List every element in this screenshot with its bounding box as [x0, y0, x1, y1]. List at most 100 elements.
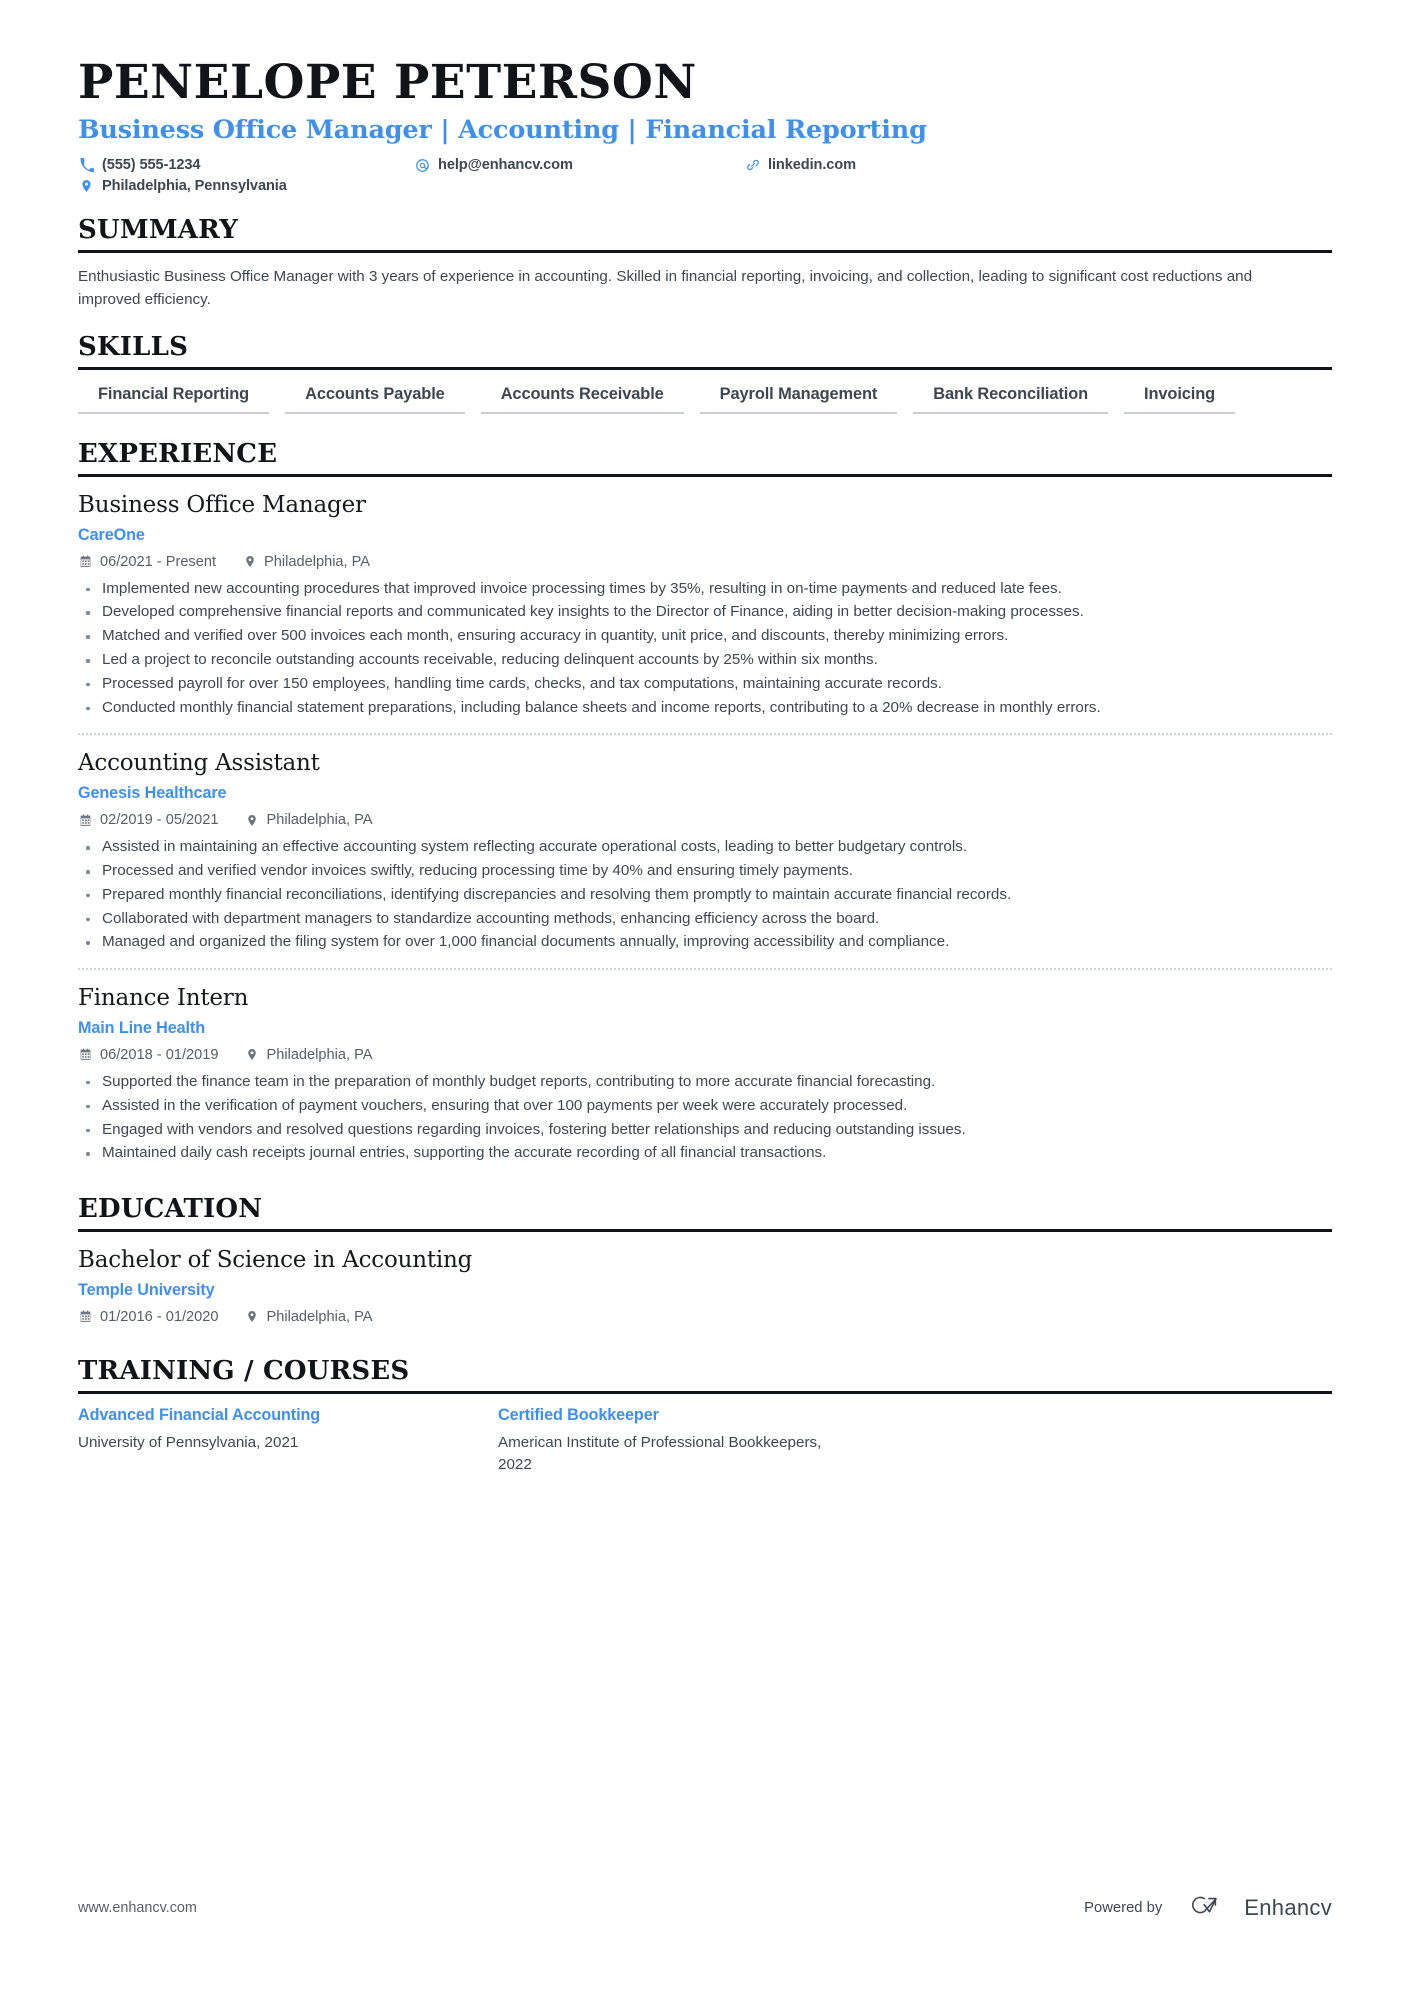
experience-dates: 02/2019 - 05/2021: [78, 812, 218, 828]
experience-company[interactable]: CareOne: [78, 526, 1332, 545]
calendar-icon: [78, 1310, 93, 1323]
education-degree: Bachelor of Science in Accounting: [78, 1247, 473, 1274]
skill-chip: Payroll Management: [699, 382, 898, 415]
contact-linkedin[interactable]: linkedin.com: [744, 157, 856, 173]
candidate-headline: Business Office Manager | Accounting | F…: [78, 114, 927, 145]
bullet-item: Collaborated with department managers to…: [78, 908, 1310, 931]
resume-header: PENELOPE PETERSON Business Office Manage…: [78, 57, 1332, 194]
skill-chip: Bank Reconciliation: [913, 382, 1109, 415]
experience-dates-text: 02/2019 - 05/2021: [100, 812, 219, 829]
bullet-item: Conducted monthly financial statement pr…: [78, 697, 1310, 720]
bullet-item: Processed and verified vendor invoices s…: [78, 860, 1310, 883]
section-divider: [78, 1229, 1332, 1233]
skill-chip: Financial Reporting: [78, 382, 270, 415]
experience-location-text: Philadelphia, PA: [264, 553, 371, 570]
experience-bullets: Supported the finance team in the prepar…: [78, 1071, 1332, 1165]
experience-meta: 06/2021 - Present Philadelphia, PA: [78, 554, 1332, 570]
section-title-experience: EXPERIENCE: [78, 439, 278, 470]
experience-bullets: Assisted in maintaining an effective acc…: [78, 836, 1332, 954]
experience-role: Accounting Assistant: [78, 750, 320, 777]
course-item: Certified Bookkeeper American Institute …: [498, 1406, 918, 1478]
contact-phone[interactable]: (555) 555-1234: [78, 157, 414, 173]
experience-dates: 06/2021 - Present: [78, 554, 216, 570]
bullet-item: Engaged with vendors and resolved questi…: [78, 1119, 1310, 1142]
location-pin-icon: [244, 1309, 259, 1324]
section-divider: [78, 473, 1332, 477]
skill-chip: Invoicing: [1124, 382, 1236, 415]
page-footer: www.enhancv.com Powered by Enhancv: [78, 1892, 1332, 1923]
contact-email[interactable]: help@enhancv.com: [414, 157, 744, 173]
contact-email-text: help@enhancv.com: [438, 157, 573, 174]
contact-phone-text: (555) 555-1234: [102, 157, 201, 174]
location-pin-icon: [244, 1047, 259, 1062]
section-summary: SUMMARY Enthusiastic Business Office Man…: [78, 215, 1332, 311]
powered-by-label: Powered by: [1084, 1899, 1163, 1916]
entry-divider: [78, 968, 1332, 971]
location-pin-icon: [78, 178, 95, 194]
section-experience: EXPERIENCE Business Office Manager CareO…: [78, 439, 1332, 1165]
calendar-icon: [78, 555, 93, 568]
contact-location: Philadelphia, Pennsylvania: [78, 178, 414, 194]
course-name[interactable]: Advanced Financial Accounting: [78, 1406, 478, 1425]
education-location: Philadelphia, PA: [244, 1308, 373, 1325]
experience-dates-text: 06/2021 - Present: [100, 553, 217, 570]
experience-meta: 02/2019 - 05/2021 Philadelphia, PA: [78, 812, 1332, 828]
skills-list: Financial Reporting Accounts Payable Acc…: [78, 382, 1332, 434]
experience-location-text: Philadelphia, PA: [266, 1046, 373, 1063]
contact-info: (555) 555-1234 help@enhancv.com linkedin…: [78, 157, 1332, 194]
enhancv-brand: Enhancv: [1184, 1892, 1332, 1923]
contact-row-primary: (555) 555-1234 help@enhancv.com linkedin…: [78, 157, 1332, 173]
education-dates: 01/2016 - 01/2020: [78, 1309, 218, 1325]
courses-list: Advanced Financial Accounting University…: [78, 1406, 1332, 1478]
bullet-item: Maintained daily cash receipts journal e…: [78, 1142, 1310, 1165]
section-title-training: TRAINING / COURSES: [78, 1355, 410, 1386]
bullet-item: Assisted in the verification of payment …: [78, 1095, 1310, 1118]
section-skills: SKILLS Financial Reporting Accounts Paya…: [78, 332, 1332, 434]
education-entry: Bachelor of Science in Accounting Temple…: [78, 1244, 1332, 1325]
bullet-item: Processed payroll for over 150 employees…: [78, 673, 1310, 696]
experience-entry: Business Office Manager CareOne 06/2021 …: [78, 489, 1332, 720]
education-location-text: Philadelphia, PA: [266, 1308, 373, 1325]
enhancv-brand-name: Enhancv: [1244, 1894, 1332, 1920]
experience-company[interactable]: Genesis Healthcare: [78, 784, 1332, 803]
skill-chip: Accounts Payable: [285, 382, 465, 415]
course-provider: University of Pennsylvania, 2021: [78, 1433, 299, 1451]
section-divider: [78, 1390, 1332, 1394]
section-title-skills: SKILLS: [78, 332, 189, 363]
resume-page: PENELOPE PETERSON Business Office Manage…: [0, 0, 1410, 1995]
experience-bullets: Implemented new accounting procedures th…: [78, 578, 1332, 720]
section-divider: [78, 367, 1332, 371]
experience-company[interactable]: Main Line Health: [78, 1019, 1332, 1038]
experience-role: Finance Intern: [78, 985, 249, 1012]
location-pin-icon: [244, 813, 259, 828]
entry-divider: [78, 733, 1332, 736]
calendar-icon: [78, 1048, 93, 1061]
experience-entry: Finance Intern Main Line Health 06/2018 …: [78, 982, 1332, 1165]
link-icon: [744, 158, 761, 172]
calendar-icon: [78, 814, 93, 827]
contact-linkedin-text: linkedin.com: [768, 157, 857, 174]
bullet-item: Matched and verified over 500 invoices e…: [78, 625, 1310, 648]
enhancv-logo-icon: [1184, 1892, 1232, 1923]
education-meta: 01/2016 - 01/2020 Philadelphia, PA: [78, 1309, 1332, 1325]
bullet-item: Led a project to reconcile outstanding a…: [78, 649, 1310, 672]
bullet-item: Prepared monthly financial reconciliatio…: [78, 884, 1310, 907]
bullet-item: Supported the finance team in the prepar…: [78, 1071, 1310, 1094]
experience-role: Business Office Manager: [78, 491, 366, 518]
bullet-item: Implemented new accounting procedures th…: [78, 578, 1310, 601]
powered-by-block: Powered by Enhancv: [1084, 1892, 1332, 1923]
section-title-education: EDUCATION: [78, 1194, 263, 1225]
footer-website-url[interactable]: www.enhancv.com: [78, 1900, 197, 1916]
experience-dates-text: 06/2018 - 01/2019: [100, 1046, 219, 1063]
education-dates-text: 01/2016 - 01/2020: [100, 1308, 219, 1325]
bullet-item: Managed and organized the filing system …: [78, 931, 1310, 954]
bullet-item: Developed comprehensive financial report…: [78, 601, 1310, 624]
bullet-item: Assisted in maintaining an effective acc…: [78, 836, 1310, 859]
education-school[interactable]: Temple University: [78, 1281, 1332, 1300]
skill-chip: Accounts Receivable: [480, 382, 684, 415]
email-icon: [414, 158, 431, 173]
course-name[interactable]: Certified Bookkeeper: [498, 1406, 898, 1425]
contact-location-text: Philadelphia, Pennsylvania: [102, 178, 287, 195]
experience-dates: 06/2018 - 01/2019: [78, 1047, 218, 1063]
section-divider: [78, 249, 1332, 253]
